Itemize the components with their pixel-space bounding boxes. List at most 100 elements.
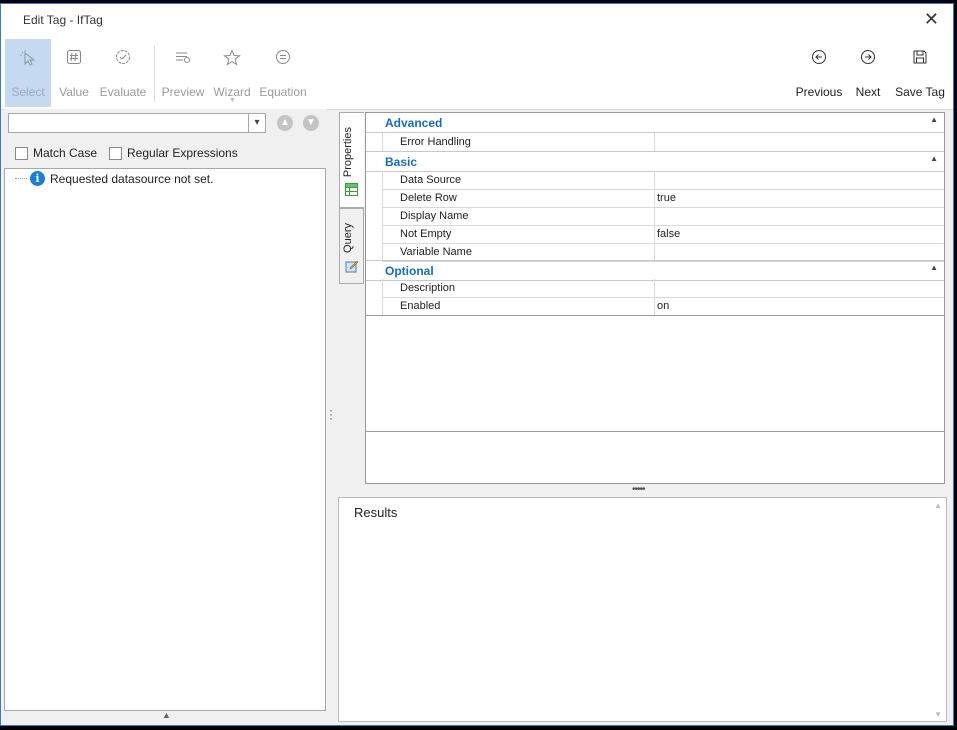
badge-check-icon [98,49,148,71]
wizard-button[interactable]: Wizard ▼ [209,39,255,107]
save-tag-label: Save Tag [895,85,945,99]
cursor-click-icon [5,49,51,71]
category-label: Basic [385,155,418,169]
collapse-icon[interactable]: ▲ [930,115,938,124]
search-combo[interactable]: ▾ [8,113,266,133]
property-value[interactable]: false [657,228,680,240]
tree-item[interactable]: i Requested datasource not set. [15,171,213,186]
close-icon[interactable]: ✕ [924,9,939,30]
results-label: Results [354,505,398,520]
search-up-icon[interactable]: ▲ [277,115,293,131]
property-name: Display Name [400,210,469,222]
search-down-icon[interactable]: ▼ [303,115,319,131]
preview-button[interactable]: Preview [159,39,207,107]
save-floppy-icon [893,49,947,71]
column-divider [654,279,655,297]
property-name: Variable Name [400,246,472,258]
property-name: Enabled [400,300,441,312]
previous-button[interactable]: Previous [793,39,845,107]
property-row[interactable]: Error Handling [382,133,944,152]
scroll-down-icon[interactable]: ▼ [934,710,942,719]
chevron-up-icon[interactable]: ▲ [162,710,171,720]
toolbar-separator [154,46,155,102]
horizontal-splitter[interactable]: ••••• [632,484,645,495]
category-basic[interactable]: Basic ▲ [366,151,944,172]
query-edit-icon [345,259,359,276]
arrow-right-circle-icon [849,49,887,71]
previous-label: Previous [795,85,843,99]
evaluate-button[interactable]: Evaluate [98,39,148,107]
match-case-checkbox[interactable]: Match Case [15,146,97,160]
results-panel: Results ▲ ▼ [338,497,947,722]
properties-grid-icon [345,183,358,199]
grid-bottom-border [366,315,944,316]
chevron-down-icon[interactable]: ▾ [248,114,265,132]
preview-label: Preview [161,85,205,99]
column-divider [654,225,655,243]
property-name: Data Source [400,174,462,186]
property-row[interactable]: Not Empty false [382,225,944,244]
match-case-label: Match Case [33,146,98,160]
save-tag-button[interactable]: Save Tag [893,39,947,107]
property-description-panel [365,431,945,484]
property-name: Description [400,282,456,294]
scroll-up-icon[interactable]: ▲ [934,501,942,510]
tab-query-label: Query [342,223,354,253]
property-row[interactable]: Description [382,279,944,298]
property-row[interactable]: Display Name [382,207,944,226]
arrow-left-circle-icon [793,49,845,71]
checkbox-box[interactable] [15,146,28,160]
select-button[interactable]: Select [5,39,51,107]
tab-properties-label: Properties [342,127,354,178]
category-label: Optional [385,264,434,278]
dropdown-caret-icon: ▼ [229,97,236,104]
datasource-tree: i Requested datasource not set. [4,168,326,711]
select-label: Select [11,85,45,99]
property-row[interactable]: Data Source [382,171,944,190]
equation-label: Equation [259,85,307,99]
collapse-icon[interactable]: ▲ [930,154,938,163]
side-tabs: Properties Query [339,112,366,284]
hash-icon [53,49,95,71]
evaluate-label: Evaluate [99,85,147,99]
vertical-splitter[interactable]: · · · [329,404,333,424]
column-divider [654,243,655,261]
collapse-icon[interactable]: ▲ [930,263,938,272]
property-row[interactable]: Enabled on [382,297,944,316]
tab-query[interactable]: Query [339,208,364,284]
next-button[interactable]: Next [849,39,887,107]
category-label: Advanced [385,116,443,130]
column-divider [654,189,655,207]
column-divider [654,133,655,151]
property-value[interactable]: true [657,192,676,204]
property-name: Error Handling [400,136,471,148]
property-name: Not Empty [400,228,452,240]
value-label: Value [59,85,89,99]
property-grid: Advanced ▲ Error Handling Basic ▲ Data S… [365,112,945,432]
tree-message: Requested datasource not set. [50,171,214,186]
checkbox-box[interactable] [109,146,122,160]
title-bar: Edit Tag - IfTag ✕ [1,4,953,36]
list-preview-icon [159,49,207,71]
column-divider [654,207,655,225]
property-row[interactable]: Delete Row true [382,189,944,208]
property-value[interactable]: on [657,300,669,312]
left-panel: ▾ ▲ ▼ Match Case Regular Expressions i R… [4,109,327,720]
toolbar: Select Value Evaluate Preview Wizard ▼ E… [1,36,953,110]
next-label: Next [855,85,881,99]
tab-properties[interactable]: Properties [339,112,364,208]
info-icon: i [30,171,45,186]
wizard-star-icon [209,49,255,71]
equation-button[interactable]: Equation [257,39,309,107]
value-button[interactable]: Value [53,39,95,107]
property-name: Delete Row [400,192,457,204]
column-divider [654,297,655,315]
equals-circle-icon [257,49,309,71]
regex-checkbox[interactable]: Regular Expressions [109,146,238,160]
regex-label: Regular Expressions [127,146,238,160]
tree-connector [15,178,27,179]
category-optional[interactable]: Optional ▲ [366,260,944,281]
window-title: Edit Tag - IfTag [23,13,103,27]
column-divider [654,171,655,189]
category-advanced[interactable]: Advanced ▲ [366,113,944,133]
